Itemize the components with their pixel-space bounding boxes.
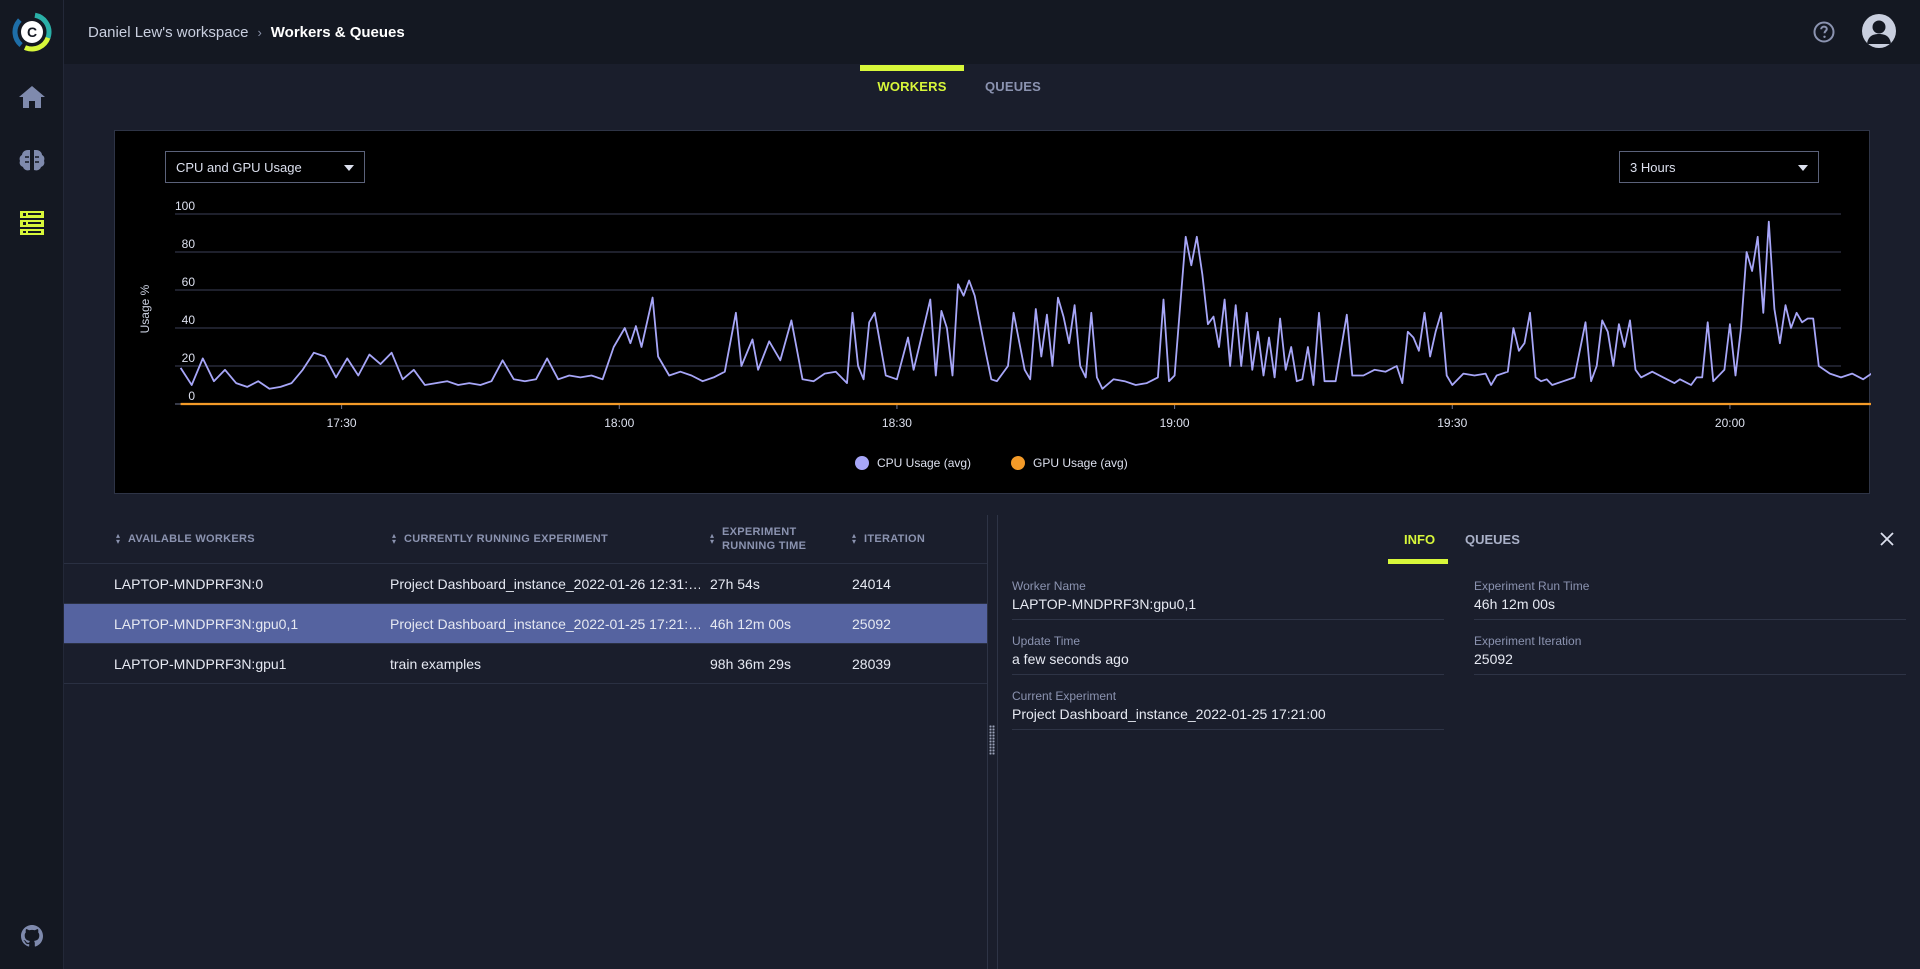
- field-label: Update Time: [1012, 634, 1081, 648]
- cell-running-time: 98h 36m 29s: [710, 656, 791, 672]
- chart-series: [179, 220, 1871, 406]
- legend-item[interactable]: GPU Usage (avg): [1033, 456, 1128, 470]
- field-run-time: Experiment Run Time 46h 12m 00s: [1474, 565, 1906, 620]
- brain-icon[interactable]: [16, 144, 48, 176]
- usage-line-chart: 0 20 40 60 80 100 17:30 18:00 18:30 19:00 19:30 20…: [138, 199, 1871, 470]
- field-label: Worker Name: [1012, 579, 1086, 593]
- sidebar: C: [0, 0, 64, 969]
- y-tick-label: 40: [182, 313, 196, 327]
- y-axis-label: Usage %: [138, 284, 152, 333]
- col-header-running-experiment[interactable]: ▴ ▾ CURRENTLY RUNNING EXPERIMENT: [392, 515, 702, 563]
- x-tick-label: 19:00: [1160, 416, 1190, 430]
- tab-details-queues[interactable]: QUEUES: [1465, 515, 1520, 563]
- cell-experiment: train examples: [390, 656, 482, 672]
- cpu-usage-line[interactable]: [179, 220, 1871, 390]
- x-tick-label: 18:00: [604, 416, 634, 430]
- table-row[interactable]: LAPTOP-MNDPRF3N:0 Project Dashboard_insta…: [64, 564, 987, 604]
- tab-workers[interactable]: WORKERS: [872, 64, 952, 108]
- field-value: 25092: [1474, 651, 1513, 667]
- breadcrumb-workspace[interactable]: Daniel Lew's workspace: [88, 24, 248, 41]
- table-row[interactable]: LAPTOP-MNDPRF3N:gpu1 train examples 98h 36…: [64, 644, 987, 684]
- legend-swatch: [1011, 456, 1025, 470]
- cell-worker-name: LAPTOP-MNDPRF3N:0: [114, 576, 264, 592]
- cell-worker-name: LAPTOP-MNDPRF3N:gpu1: [114, 656, 287, 672]
- panel-resize-handle[interactable]: [987, 515, 998, 969]
- field-value: 46h 12m 00s: [1474, 596, 1555, 612]
- chart-legend: CPU Usage (avg) GPU Usage (avg): [855, 456, 1128, 470]
- page-title: Workers & Queues: [270, 23, 405, 41]
- x-tick-labels: 17:30 18:00 18:30 19:00 19:30 20:00: [327, 416, 1746, 430]
- sort-icon: ▴ ▾: [710, 531, 715, 546]
- tab-queues[interactable]: QUEUES: [978, 64, 1048, 108]
- sort-icon: ▴ ▾: [852, 531, 857, 546]
- usage-chart-panel: CPU and GPU Usage 3 Hours 0 20 40 60 80 100 1…: [114, 130, 1871, 494]
- field-worker-name: Worker Name LAPTOP-MNDPRF3N:gpu0,1: [1012, 565, 1444, 620]
- cell-running-time: 46h 12m 00s: [710, 616, 791, 632]
- cell-experiment: Project Dashboard_instance_2022-01-25 17…: [390, 616, 700, 632]
- y-tick-label: 0: [188, 389, 195, 403]
- y-tick-label: 80: [182, 237, 196, 251]
- field-current-experiment: Current Experiment Project Dashboard_ins…: [1012, 675, 1444, 730]
- y-tick-label: 20: [182, 351, 196, 365]
- details-tab-indicator: [1388, 559, 1448, 564]
- app-logo-icon[interactable]: C: [12, 12, 52, 52]
- svg-text:C: C: [27, 24, 37, 40]
- field-iteration: Experiment Iteration 25092: [1474, 620, 1906, 675]
- table-row[interactable]: LAPTOP-MNDPRF3N:gpu0,1 Project Dashboard_…: [64, 604, 987, 644]
- col-header-iteration[interactable]: ▴ ▾ ITERATION: [852, 515, 972, 563]
- worker-details-panel: INFO QUEUES Worker Name LAPTOP-MNDPRF3N:…: [998, 515, 1920, 969]
- avatar[interactable]: [1862, 14, 1896, 48]
- y-tick-label: 100: [175, 199, 195, 213]
- legend-item[interactable]: CPU Usage (avg): [877, 456, 971, 470]
- breadcrumb-separator: ›: [257, 24, 262, 40]
- cell-iteration: 24014: [852, 576, 891, 592]
- col-header-available-workers[interactable]: ▴ ▾ AVAILABLE WORKERS: [116, 515, 386, 563]
- col-header-label: AVAILABLE WORKERS: [128, 532, 255, 545]
- field-label: Experiment Iteration: [1474, 634, 1582, 648]
- x-tick-label: 17:30: [327, 416, 357, 430]
- sort-icon: ▴ ▾: [392, 531, 397, 546]
- sort-icon: ▴ ▾: [116, 531, 121, 546]
- col-header-label: CURRENTLY RUNNING EXPERIMENT: [404, 532, 608, 545]
- top-header: Daniel Lew's workspace › Workers & Queue…: [64, 0, 1920, 64]
- help-icon[interactable]: [1812, 20, 1836, 44]
- x-tick-label: 18:30: [882, 416, 912, 430]
- field-label: Current Experiment: [1012, 689, 1117, 703]
- x-tick-label: 20:00: [1715, 416, 1745, 430]
- col-header-label-line1: EXPERIMENT: [722, 525, 797, 538]
- workers-table: ▴ ▾ AVAILABLE WORKERS ▴ ▾ CURRENTLY RUNNIN…: [64, 515, 987, 969]
- close-icon[interactable]: [1878, 530, 1896, 548]
- field-label: Experiment Run Time: [1474, 579, 1590, 593]
- col-header-label: EXPERIMENT RUNNING TIME: [722, 525, 806, 554]
- field-value: Project Dashboard_instance_2022-01-25 17…: [1012, 706, 1326, 722]
- cell-worker-name: LAPTOP-MNDPRF3N:gpu0,1: [114, 616, 299, 632]
- legend-swatch: [855, 456, 869, 470]
- y-tick-labels: 0 20 40 60 80 100: [175, 199, 195, 403]
- x-tick-label: 19:30: [1437, 416, 1467, 430]
- field-value: LAPTOP-MNDPRF3N:gpu0,1: [1012, 596, 1197, 612]
- github-icon[interactable]: [16, 920, 48, 952]
- y-tick-label: 60: [182, 275, 196, 289]
- drag-handle-icon[interactable]: [989, 725, 995, 755]
- home-icon[interactable]: [16, 81, 48, 113]
- cell-experiment: Project Dashboard_instance_2022-01-26 12…: [390, 576, 700, 592]
- col-header-label-line2: RUNNING TIME: [722, 540, 807, 552]
- field-value: a few seconds ago: [1012, 651, 1129, 667]
- field-update-time: Update Time a few seconds ago: [1012, 620, 1444, 675]
- col-header-label: ITERATION: [864, 532, 926, 545]
- cell-running-time: 27h 54s: [710, 576, 760, 592]
- tab-info[interactable]: INFO: [1404, 515, 1435, 563]
- cell-iteration: 25092: [852, 616, 891, 632]
- workers-icon[interactable]: [16, 207, 48, 239]
- col-header-running-time[interactable]: ▴ ▾ EXPERIMENT RUNNING TIME: [710, 515, 840, 563]
- cell-iteration: 28039: [852, 656, 891, 672]
